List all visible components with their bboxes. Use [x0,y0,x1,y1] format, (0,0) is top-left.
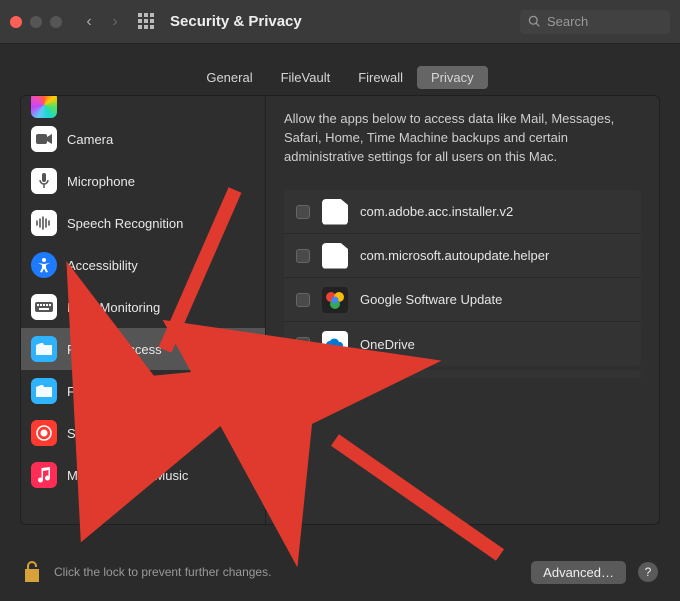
sidebar-item-label: Screen Recording [67,426,171,441]
tab-general[interactable]: General [192,66,266,89]
app-list[interactable]: com.adobe.acc.installer.v2 com.microsoft… [284,190,641,366]
sidebar-item-label: Files and Folders [67,384,167,399]
all-prefs-icon[interactable] [138,13,156,31]
tab-strip: General FileVault Firewall Privacy [0,66,680,89]
sidebar-item-microphone[interactable]: Microphone [21,160,265,202]
photos-icon [31,96,57,118]
tab-filevault[interactable]: FileVault [267,66,345,89]
files-and-folders-icon [31,378,57,404]
onedrive-icon [322,331,348,357]
add-remove-segmented: + − [284,386,336,408]
app-row[interactable]: OneDrive [284,322,641,366]
app-checkbox[interactable] [296,337,310,351]
search-icon [528,15,541,28]
sidebar-item-camera[interactable]: Camera [21,118,265,160]
window-title: Security & Privacy [170,13,302,30]
camera-icon [31,126,57,152]
close-window-button[interactable] [10,16,22,28]
sidebar-item-files-and-folders[interactable]: Files and Folders [21,370,265,412]
zoom-window-button[interactable] [50,16,62,28]
app-checkbox[interactable] [296,293,310,307]
sidebar-item-label: Speech Recognition [67,216,183,231]
app-name-label: com.adobe.acc.installer.v2 [360,204,513,219]
sidebar-item-label: Media & Apple Music [67,468,188,483]
sidebar-item-full-disk-access[interactable]: Full Disk Access [21,328,265,370]
back-button[interactable]: ‹ [80,13,98,31]
sidebar-item-label: Camera [67,132,113,147]
app-row[interactable]: com.adobe.acc.installer.v2 [284,190,641,234]
sidebar-item-input-monitoring[interactable]: Input Monitoring [21,286,265,328]
app-name-label: OneDrive [360,337,415,352]
generic-file-icon [322,243,348,269]
generic-file-icon [322,199,348,225]
tab-privacy[interactable]: Privacy [417,66,488,89]
sidebar-item-label: Full Disk Access [67,342,162,357]
app-checkbox[interactable] [296,205,310,219]
app-name-label: com.microsoft.autoupdate.helper [360,248,549,263]
titlebar: ‹ › Security & Privacy Search [0,0,680,44]
microphone-icon [31,168,57,194]
accessibility-icon [31,252,57,278]
window-controls [10,16,62,28]
app-name-label: Google Software Update [360,292,502,307]
search-field[interactable]: Search [520,10,670,34]
sidebar-item-label: Microphone [67,174,135,189]
full-disk-access-icon [31,336,57,362]
sidebar-item-photos[interactable]: Photos [21,96,265,118]
app-row[interactable]: com.microsoft.autoupdate.helper [284,234,641,278]
help-button[interactable]: ? [638,562,658,582]
add-app-button[interactable]: + [284,386,311,408]
privacy-panel: Photos Camera Microphone Speech Recognit… [20,95,660,525]
app-row[interactable]: Google Software Update [284,278,641,322]
speech-recognition-icon [31,210,57,236]
app-checkbox[interactable] [296,249,310,263]
privacy-content: Allow the apps below to access data like… [266,96,659,524]
app-list-overflow-peek [284,370,641,378]
permission-description: Allow the apps below to access data like… [284,110,641,182]
forward-button[interactable]: › [106,13,124,31]
sidebar-item-label: Input Monitoring [67,300,160,315]
search-placeholder: Search [547,14,588,29]
sidebar-item-accessibility[interactable]: Accessibility [21,244,265,286]
lock-text: Click the lock to prevent further change… [54,565,271,579]
sidebar-item-media-apple-music[interactable]: Media & Apple Music [21,454,265,496]
sidebar-item-label: Accessibility [67,258,138,273]
privacy-category-sidebar[interactable]: Photos Camera Microphone Speech Recognit… [21,96,266,524]
lock-icon[interactable] [22,560,42,584]
nav-buttons: ‹ › [80,13,124,31]
advanced-button[interactable]: Advanced… [531,561,626,584]
footer: Click the lock to prevent further change… [0,543,680,601]
minimize-window-button[interactable] [30,16,42,28]
input-monitoring-icon [31,294,57,320]
google-software-update-icon [322,287,348,313]
screen-recording-icon [31,420,57,446]
remove-app-button[interactable]: − [311,386,337,408]
sidebar-item-screen-recording[interactable]: Screen Recording [21,412,265,454]
sidebar-item-speech-recognition[interactable]: Speech Recognition [21,202,265,244]
media-apple-music-icon [31,462,57,488]
tab-firewall[interactable]: Firewall [344,66,417,89]
